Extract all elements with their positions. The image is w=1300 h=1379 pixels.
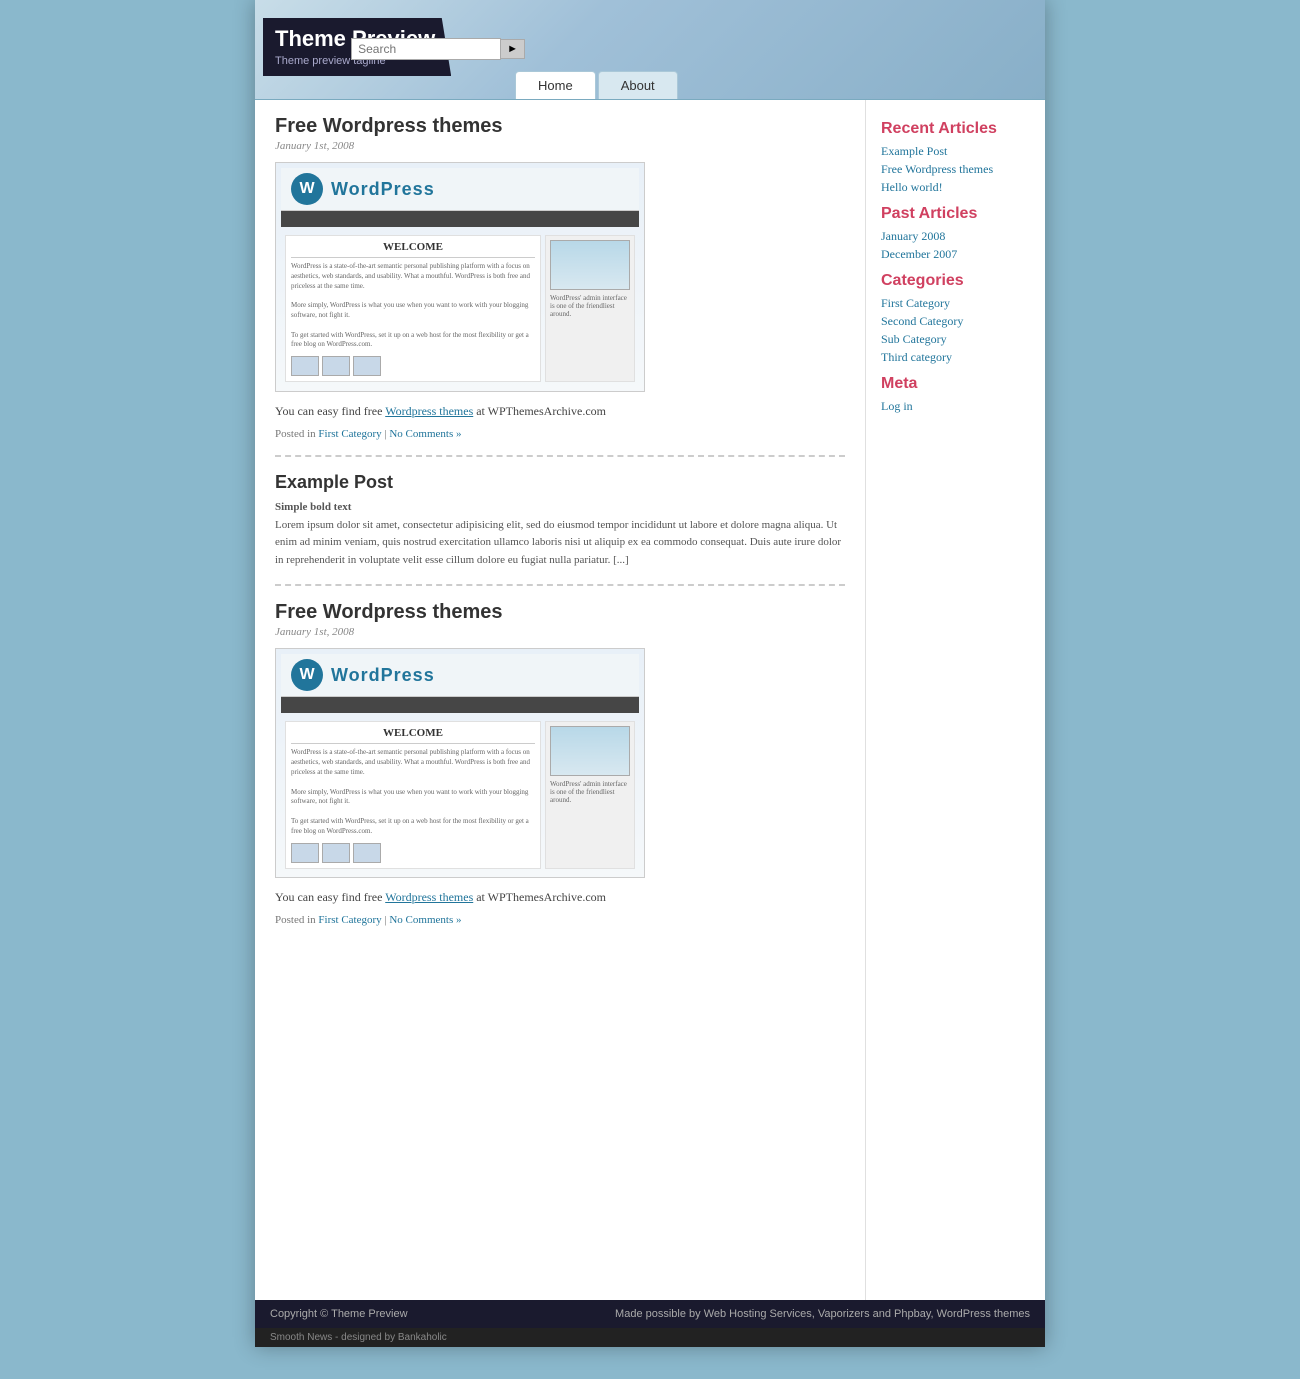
post-footer-1: Posted in First Category | No Comments » — [275, 428, 845, 440]
post-title-1: Free Wordpress themes — [275, 115, 845, 138]
wp-welcome-3: WELCOME — [291, 727, 535, 744]
post-image-1: W WordPress WELCOME WordPress is a state… — [275, 162, 645, 392]
nav-about[interactable]: About — [598, 71, 678, 99]
content-wrapper: Free Wordpress themes January 1st, 2008 … — [255, 100, 1045, 1300]
sidebar-past-dec2007[interactable]: December 2007 — [881, 247, 1030, 262]
post-divider-2 — [275, 584, 845, 586]
categories-title: Categories — [881, 272, 1030, 290]
post-text-3: You can easy find free Wordpress themes … — [275, 888, 845, 906]
main-content: Free Wordpress themes January 1st, 2008 … — [255, 100, 865, 1300]
post-free-wordpress-themes-2: Free Wordpress themes January 1st, 2008 … — [275, 601, 845, 926]
sidebar-recent-hello-world[interactable]: Hello world! — [881, 180, 1030, 195]
sidebar-recent-example-post[interactable]: Example Post — [881, 144, 1030, 159]
footer-design-credit: Smooth News - designed by Bankaholic — [270, 1332, 447, 1343]
wp-logo-text: WordPress — [331, 179, 435, 200]
sidebar: Recent Articles Example Post Free Wordpr… — [865, 100, 1045, 1300]
post-divider-1 — [275, 455, 845, 457]
meta-title: Meta — [881, 375, 1030, 393]
wp-welcome: WELCOME — [291, 241, 535, 258]
example-post-text: Simple bold text Lorem ipsum dolor sit a… — [275, 499, 845, 569]
post-free-wordpress-themes-1: Free Wordpress themes January 1st, 2008 … — [275, 115, 845, 440]
example-post-title: Example Post — [275, 472, 845, 493]
wp-sidebar-mini-3: WordPress' admin interface is one of the… — [545, 721, 635, 868]
wp-logo-text-3: WordPress — [331, 665, 435, 686]
wordpress-themes-link-1[interactable]: Wordpress themes — [385, 404, 473, 418]
sidebar-recent-free-wp[interactable]: Free Wordpress themes — [881, 162, 1030, 177]
post-example: Example Post Simple bold text Lorem ipsu… — [275, 472, 845, 569]
post-footer-3: Posted in First Category | No Comments » — [275, 914, 845, 926]
wp-main-content-3: WELCOME WordPress is a state-of-the-art … — [285, 721, 541, 868]
post-title-3: Free Wordpress themes — [275, 601, 845, 624]
example-post-content: Example Post Simple bold text Lorem ipsu… — [275, 472, 845, 569]
sidebar-meta-login[interactable]: Log in — [881, 399, 1030, 414]
sidebar-cat-first[interactable]: First Category — [881, 296, 1030, 311]
main-nav: Home About — [255, 71, 678, 99]
wp-main-content: WELCOME WordPress is a state-of-the-art … — [285, 235, 541, 382]
sidebar-cat-second[interactable]: Second Category — [881, 314, 1030, 329]
wp-content-area-3: WELCOME WordPress is a state-of-the-art … — [281, 717, 639, 872]
sidebar-cat-sub[interactable]: Sub Category — [881, 332, 1030, 347]
sidebar-cat-third[interactable]: Third category — [881, 350, 1030, 365]
wp-nav-bar — [281, 211, 639, 227]
wp-sidebar-mini: WordPress' admin interface is one of the… — [545, 235, 635, 382]
example-post-bold: Simple bold text — [275, 501, 351, 513]
nav-home[interactable]: Home — [515, 71, 596, 99]
search-box: ► — [351, 38, 525, 60]
post-text-1: You can easy find free Wordpress themes … — [275, 402, 845, 420]
search-input[interactable] — [351, 38, 501, 60]
post-category-link-1[interactable]: First Category — [318, 428, 381, 440]
wp-nav-bar-3 — [281, 697, 639, 713]
post-comments-link-1[interactable]: No Comments » — [389, 428, 461, 440]
post-date-1: January 1st, 2008 — [275, 140, 845, 152]
wp-logo-circle: W — [291, 173, 323, 205]
sidebar-past-jan2008[interactable]: January 2008 — [881, 229, 1030, 244]
post-date-3: January 1st, 2008 — [275, 626, 845, 638]
past-articles-title: Past Articles — [881, 205, 1030, 223]
wp-logo-circle-3: W — [291, 659, 323, 691]
wp-content-area: WELCOME WordPress is a state-of-the-art … — [281, 231, 639, 386]
recent-articles-title: Recent Articles — [881, 120, 1030, 138]
post-comments-link-3[interactable]: No Comments » — [389, 914, 461, 926]
post-category-link-3[interactable]: First Category — [318, 914, 381, 926]
post-image-3: W WordPress WELCOME WordPress is a state… — [275, 648, 645, 878]
search-button[interactable]: ► — [501, 39, 525, 59]
wordpress-themes-link-3[interactable]: Wordpress themes — [385, 890, 473, 904]
footer: Copyright © Theme Preview Made possible … — [255, 1300, 1045, 1328]
header: Theme Preview Theme preview tagline Home… — [255, 0, 1045, 100]
footer-copyright: Copyright © Theme Preview — [270, 1308, 408, 1320]
wp-text-lines: WordPress is a state-of-the-art semantic… — [291, 262, 535, 350]
footer-sub: Smooth News - designed by Bankaholic — [255, 1328, 1045, 1347]
wp-text-lines-3: WordPress is a state-of-the-art semantic… — [291, 748, 535, 836]
footer-made-possible: Made possible by Web Hosting Services, V… — [615, 1308, 1030, 1320]
